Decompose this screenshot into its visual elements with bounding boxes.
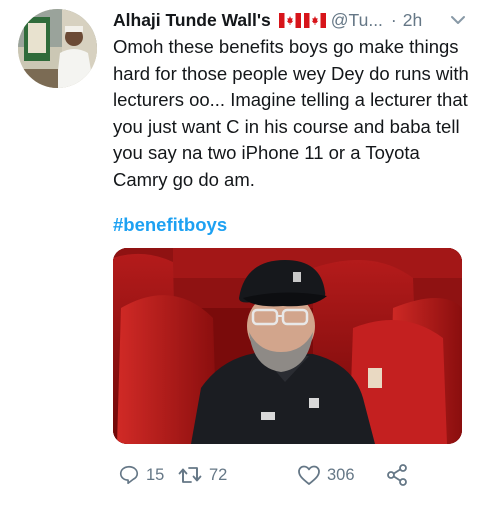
author-name[interactable]: Alhaji Tunde Wall's [113,10,271,31]
timestamp[interactable]: 2h [403,10,422,31]
reply-icon [119,465,139,485]
like-count: 306 [327,465,355,484]
tweet-text: Omoh these benefits boys go make things … [113,36,469,190]
share-icon [387,464,407,486]
canada-flag-icon [278,12,301,28]
tweet-header: Alhaji Tunde Wall's @Tu... · 2h [113,7,466,33]
reply-count: 15 [146,465,165,484]
retweet-button[interactable]: 72 [177,464,227,486]
like-button[interactable]: 306 [297,464,355,486]
retweet-icon [178,467,202,483]
flags [278,12,326,28]
hashtag-link[interactable]: #benefitboys [113,214,227,236]
separator-dot: · [390,9,397,30]
retweet-count: 72 [209,465,228,484]
reply-button[interactable]: 15 [118,464,164,486]
tweet-actions: 15 72 306 [113,458,433,492]
author-handle[interactable]: @Tu... [331,10,383,31]
tweet-media-image[interactable] [113,248,462,444]
canada-flag-icon [303,12,326,28]
avatar[interactable] [18,9,97,88]
heart-icon [298,465,320,485]
share-button[interactable] [385,463,409,487]
chevron-down-icon[interactable] [450,13,466,27]
